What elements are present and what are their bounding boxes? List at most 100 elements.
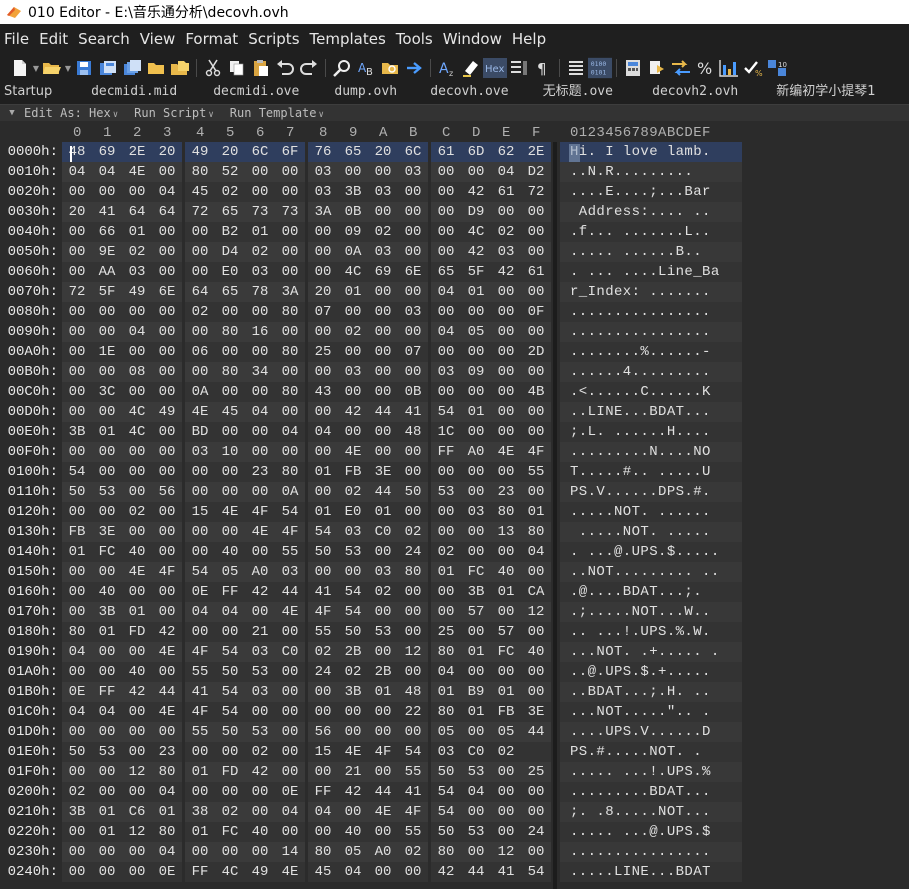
hex-byte[interactable]: 00 xyxy=(92,502,122,522)
hex-byte[interactable]: 00 xyxy=(491,662,521,682)
hex-byte[interactable]: 00 xyxy=(275,762,305,782)
hex-byte[interactable]: 00 xyxy=(122,642,152,662)
hex-byte[interactable]: 34 xyxy=(245,362,275,382)
hex-byte[interactable]: 12 xyxy=(491,842,521,862)
hex-byte[interactable]: 0A xyxy=(275,482,305,502)
hex-byte[interactable]: 03 xyxy=(308,182,338,202)
new-file-icon[interactable] xyxy=(8,56,32,80)
hex-byte[interactable]: 80 xyxy=(215,322,245,342)
hex-row[interactable]: 00 00 00 00 55 50 53 00 56 00 00 00 05 00 05 44 xyxy=(62,722,552,742)
hex-byte[interactable]: 62 xyxy=(491,142,521,162)
hex-byte[interactable]: 00 xyxy=(215,842,245,862)
hex-byte[interactable]: 55 xyxy=(521,462,551,482)
hex-byte[interactable]: 25 xyxy=(521,762,551,782)
hex-byte[interactable]: 53 xyxy=(431,482,461,502)
hex-byte[interactable]: 00 xyxy=(185,842,215,862)
hex-byte[interactable]: 00 xyxy=(92,362,122,382)
hex-byte[interactable]: 02 xyxy=(338,662,368,682)
hex-byte[interactable]: 55 xyxy=(185,662,215,682)
hex-byte[interactable]: 01 xyxy=(245,222,275,242)
hex-byte[interactable]: 49 xyxy=(185,142,215,162)
hex-byte[interactable]: 4F xyxy=(398,802,428,822)
hex-byte[interactable]: 00 xyxy=(62,722,92,742)
hex-byte[interactable]: 00 xyxy=(245,602,275,622)
ascii-row[interactable]: ..... ......B.. xyxy=(560,242,742,262)
hex-row[interactable]: 00 00 40 00 55 50 53 00 24 02 2B 00 04 00 00 00 xyxy=(62,662,552,682)
hex-byte[interactable]: 00 xyxy=(491,802,521,822)
tab-decmidi-ove[interactable]: decmidi.ove xyxy=(209,82,330,104)
hex-row[interactable]: 04 00 00 4E 4F 54 03 C0 02 2B 00 12 80 01 FC 40 xyxy=(62,642,552,662)
hex-byte[interactable]: FF xyxy=(308,782,338,802)
hex-byte[interactable]: 80 xyxy=(491,502,521,522)
hex-byte[interactable]: 00 xyxy=(245,422,275,442)
hex-byte[interactable]: 4E xyxy=(338,442,368,462)
hex-byte[interactable]: 00 xyxy=(122,722,152,742)
hex-byte[interactable]: 54 xyxy=(185,562,215,582)
hex-byte[interactable]: 03 xyxy=(308,162,338,182)
hex-byte[interactable]: 00 xyxy=(275,242,305,262)
hex-byte[interactable]: 3A xyxy=(308,202,338,222)
hex-row[interactable]: 04 04 4E 00 80 52 00 00 03 00 00 03 00 00 04 D2 xyxy=(62,162,552,182)
hex-row[interactable]: 00 00 02 00 15 4E 4F 54 01 E0 01 00 00 03 80 01 xyxy=(62,502,552,522)
hex-byte[interactable]: 00 xyxy=(431,522,461,542)
ascii-row[interactable]: ....UPS.V......D xyxy=(560,722,742,742)
hex-byte[interactable]: 42 xyxy=(338,782,368,802)
hex-byte[interactable]: 49 xyxy=(152,402,182,422)
hex-byte[interactable]: 54 xyxy=(338,582,368,602)
hex-byte[interactable]: 01 xyxy=(122,602,152,622)
hex-byte[interactable]: 6E xyxy=(398,262,428,282)
hex-row[interactable]: 00 9E 02 00 00 D4 02 00 00 0A 03 00 00 42 03 00 xyxy=(62,242,552,262)
hex-byte[interactable]: 3B xyxy=(62,422,92,442)
hex-byte[interactable]: 05 xyxy=(338,842,368,862)
hex-byte[interactable]: 65 xyxy=(431,262,461,282)
hex-byte[interactable]: 61 xyxy=(491,182,521,202)
hex-byte[interactable]: FF xyxy=(185,862,215,882)
hex-byte[interactable]: 00 xyxy=(491,762,521,782)
hex-byte[interactable]: 00 xyxy=(92,562,122,582)
highlight-icon[interactable] xyxy=(459,56,483,80)
open-folder-2-icon[interactable] xyxy=(144,56,168,80)
hex-byte[interactable]: 00 xyxy=(62,382,92,402)
hex-byte[interactable]: 0F xyxy=(521,302,551,322)
calculator-icon[interactable] xyxy=(621,56,645,80)
hex-byte[interactable]: 00 xyxy=(461,482,491,502)
columns-icon[interactable] xyxy=(507,56,531,80)
hex-byte[interactable]: 02 xyxy=(368,222,398,242)
compare-icon[interactable] xyxy=(669,56,693,80)
hex-byte[interactable]: 04 xyxy=(491,162,521,182)
hex-byte[interactable]: 00 xyxy=(275,662,305,682)
hex-byte[interactable]: 61 xyxy=(431,142,461,162)
hex-byte[interactable]: FB xyxy=(338,462,368,482)
hex-byte[interactable]: 00 xyxy=(215,462,245,482)
open-workspace-icon[interactable] xyxy=(168,56,192,80)
hex-byte[interactable]: 00 xyxy=(275,182,305,202)
hex-byte[interactable]: 00 xyxy=(308,402,338,422)
hex-byte[interactable]: 4F xyxy=(368,742,398,762)
hex-byte[interactable]: 00 xyxy=(62,182,92,202)
hex-byte[interactable]: 40 xyxy=(521,642,551,662)
hex-byte[interactable]: 4E xyxy=(122,162,152,182)
hex-byte[interactable]: 03 xyxy=(245,682,275,702)
hex-byte[interactable]: 0B xyxy=(398,382,428,402)
hex-byte[interactable]: 00 xyxy=(275,702,305,722)
hex-byte[interactable]: FC xyxy=(92,542,122,562)
hex-byte[interactable]: 65 xyxy=(215,202,245,222)
hex-row[interactable]: 80 01 FD 42 00 00 21 00 55 50 53 00 25 00 57 00 xyxy=(62,622,552,642)
hex-byte[interactable]: 00 xyxy=(398,222,428,242)
hex-byte[interactable]: 00 xyxy=(398,242,428,262)
tab-decovh-ove[interactable]: decovh.ove xyxy=(426,82,538,104)
hex-byte[interactable]: 3A xyxy=(275,282,305,302)
hex-byte[interactable]: 54 xyxy=(398,742,428,762)
hex-byte[interactable]: 01 xyxy=(431,562,461,582)
hex-byte[interactable]: 02 xyxy=(491,222,521,242)
hex-byte[interactable]: 00 xyxy=(92,322,122,342)
hex-byte[interactable]: 00 xyxy=(185,782,215,802)
menu-edit[interactable]: Edit xyxy=(37,24,76,54)
hex-byte[interactable]: 00 xyxy=(122,842,152,862)
hex-byte[interactable]: 04 xyxy=(275,802,305,822)
hex-byte[interactable]: 41 xyxy=(398,782,428,802)
hex-byte[interactable]: 3C xyxy=(92,382,122,402)
hex-row[interactable]: 00 AA 03 00 00 E0 03 00 00 4C 69 6E 65 5F 42 61 xyxy=(62,262,552,282)
tab-untitled-ove[interactable]: 无标题.ove xyxy=(539,82,648,104)
hex-byte[interactable]: 01 xyxy=(308,502,338,522)
